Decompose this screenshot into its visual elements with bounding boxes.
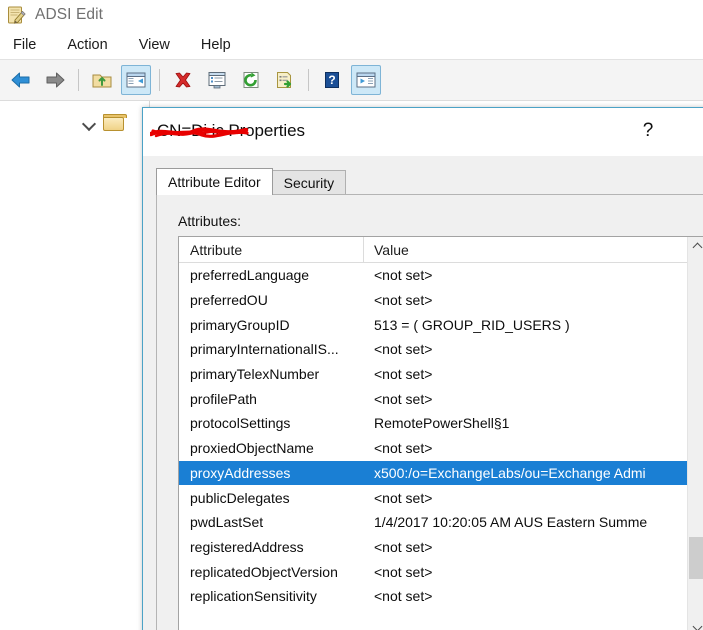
column-header-value[interactable]: Value	[364, 237, 703, 263]
table-row[interactable]: publicDelegates <not set>	[179, 485, 703, 510]
help-icon[interactable]: ?	[317, 65, 347, 95]
cell-value: RemotePowerShell§1	[374, 415, 510, 432]
table-row[interactable]: preferredLanguage <not set>	[179, 263, 703, 288]
scrollbar-thumb[interactable]	[689, 537, 703, 579]
up-folder-icon[interactable]	[87, 65, 117, 95]
table-row[interactable]: primaryTelexNumber <not set>	[179, 362, 703, 387]
export-list-icon[interactable]	[270, 65, 300, 95]
cell-value: 1/4/2017 10:20:05 AM AUS Eastern Summe	[374, 514, 648, 531]
listview-header: Attribute Value	[179, 237, 703, 263]
show-hide-tree-icon[interactable]	[121, 65, 151, 95]
table-row[interactable]: primaryInternationalIS... <not set>	[179, 337, 703, 362]
cell-attribute: preferredLanguage	[190, 267, 310, 284]
tab-label: Security	[283, 175, 335, 191]
cell-value: x500:/o=ExchangeLabs/ou=Exchange Admi	[374, 464, 646, 481]
delete-x-icon[interactable]	[168, 65, 198, 95]
window-title: ADSI Edit	[35, 6, 104, 23]
cell-attribute: proxiedObjectName	[190, 440, 314, 457]
attribute-editor-panel: Attributes: Attribute Value preferredLan…	[156, 194, 703, 630]
forward-arrow-icon[interactable]	[40, 65, 70, 95]
attributes-listview[interactable]: Attribute Value preferredLanguage <not se…	[178, 236, 703, 630]
cell-attribute: pwdLastSet	[190, 514, 264, 531]
tab-attribute-editor[interactable]: Attribute Editor	[156, 168, 273, 195]
folder-icon	[103, 114, 127, 132]
back-arrow-icon[interactable]	[6, 65, 36, 95]
table-row[interactable]: protocolSettings RemotePowerShell§1	[179, 411, 703, 436]
tree-node[interactable]	[82, 114, 127, 132]
adsi-edit-window: ADSI Edit File Action View Help ? CN=Di …	[0, 0, 703, 630]
cell-value: <not set>	[374, 341, 433, 358]
table-row[interactable]: registeredAddress <not set>	[179, 535, 703, 560]
cell-attribute: primaryInternationalIS...	[190, 341, 339, 358]
cell-attribute: profilePath	[190, 390, 257, 407]
menu-view[interactable]: View	[135, 35, 183, 55]
toolbar-separator	[159, 69, 160, 91]
window-titlebar: ADSI Edit	[0, 0, 703, 30]
cell-value: <not set>	[374, 538, 433, 555]
chevron-down-icon[interactable]	[82, 116, 96, 130]
scroll-up-arrow-icon[interactable]	[688, 237, 703, 255]
menu-bar: File Action View Help	[0, 30, 703, 59]
menu-file[interactable]: File	[9, 35, 49, 55]
menu-help[interactable]: Help	[197, 35, 244, 55]
listview-scrollbar[interactable]	[687, 237, 703, 630]
cell-value: <not set>	[374, 390, 433, 407]
dialog-titlebar: CN=Di ic Properties ? ✕	[143, 108, 703, 156]
menu-action[interactable]: Action	[63, 35, 120, 55]
console-tree-pane	[0, 101, 150, 630]
cell-value: <not set>	[374, 489, 433, 506]
cell-attribute: replicatedObjectVersion	[190, 563, 338, 580]
toolbar: ?	[0, 59, 703, 101]
cell-attribute: publicDelegates	[190, 489, 290, 506]
cell-value: 513 = ( GROUP_RID_USERS )	[374, 316, 570, 333]
cell-value: <not set>	[374, 366, 433, 383]
cell-attribute: registeredAddress	[190, 538, 304, 555]
show-console-tree-icon[interactable]	[351, 65, 381, 95]
properties-dialog: CN=Di ic Properties ? ✕ Attribute Editor…	[142, 107, 703, 630]
table-row[interactable]: primaryGroupID 513 = ( GROUP_RID_USERS )	[179, 312, 703, 337]
dialog-close-button[interactable]: ✕	[691, 108, 703, 154]
table-row[interactable]: replicationSensitivity <not set>	[179, 584, 703, 609]
table-row[interactable]: profilePath <not set>	[179, 386, 703, 411]
table-row[interactable]: replicatedObjectVersion <not set>	[179, 559, 703, 584]
cell-value: <not set>	[374, 267, 433, 284]
toolbar-separator	[78, 69, 79, 91]
table-row[interactable]: proxiedObjectName <not set>	[179, 436, 703, 461]
cell-attribute: proxyAddresses	[190, 464, 291, 481]
column-header-attribute[interactable]: Attribute	[179, 237, 364, 263]
cell-value: <not set>	[374, 588, 433, 605]
table-row[interactable]: pwdLastSet 1/4/2017 10:20:05 AM AUS Easte…	[179, 510, 703, 535]
listview-body: preferredLanguage <not set> preferredOU <no…	[179, 263, 703, 609]
table-row[interactable]: proxyAddresses x500:/o=ExchangeLabs/ou=Ex…	[179, 460, 703, 486]
cell-attribute: protocolSettings	[190, 415, 291, 432]
cell-value: <not set>	[374, 440, 433, 457]
table-row[interactable]: preferredOU <not set>	[179, 288, 703, 313]
tab-security[interactable]: Security	[271, 170, 347, 195]
refresh-icon[interactable]	[236, 65, 266, 95]
tab-label: Attribute Editor	[168, 174, 261, 190]
cell-value: <not set>	[374, 292, 433, 309]
toolbar-separator	[308, 69, 309, 91]
cell-value: <not set>	[374, 563, 433, 580]
cell-attribute: primaryGroupID	[190, 316, 290, 333]
dialog-title: CN=Di ic Properties	[157, 121, 305, 140]
attributes-label: Attributes:	[178, 213, 242, 229]
adsi-edit-icon	[7, 5, 27, 25]
dialog-tabstrip: Attribute Editor Security	[156, 168, 347, 195]
cell-attribute: preferredOU	[190, 292, 268, 309]
cell-attribute: replicationSensitivity	[190, 588, 317, 605]
scroll-down-arrow-icon[interactable]	[688, 619, 703, 630]
svg-text:?: ?	[328, 73, 335, 87]
cell-attribute: primaryTelexNumber	[190, 366, 320, 383]
dialog-help-button[interactable]: ?	[625, 108, 671, 154]
properties-icon[interactable]	[202, 65, 232, 95]
